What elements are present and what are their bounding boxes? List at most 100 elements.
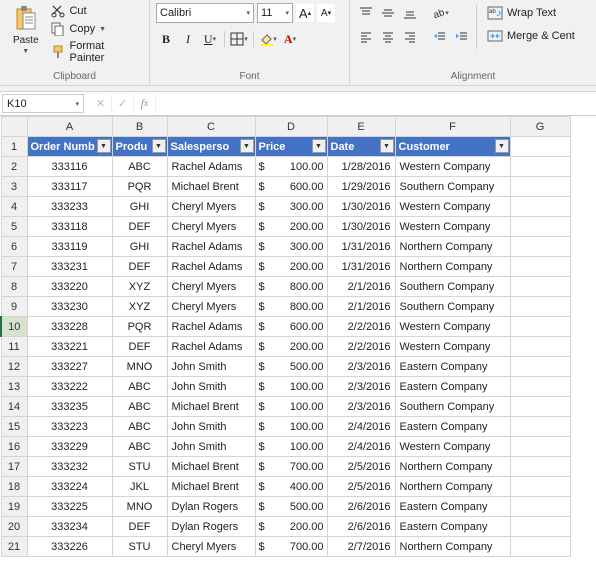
cell[interactable] — [510, 197, 570, 217]
filter-icon[interactable]: ▼ — [380, 139, 394, 153]
cell[interactable] — [510, 177, 570, 197]
cell[interactable]: $500.00 — [255, 357, 327, 377]
cut-button[interactable]: Cut — [49, 3, 143, 19]
cell[interactable]: 2/1/2016 — [327, 297, 395, 317]
cell[interactable]: 333229 — [27, 437, 112, 457]
cell[interactable]: ABC — [112, 157, 167, 177]
row-header[interactable]: 9 — [1, 297, 27, 317]
cell[interactable]: Eastern Company — [395, 517, 510, 537]
cell[interactable] — [510, 517, 570, 537]
row-header[interactable]: 8 — [1, 277, 27, 297]
cell[interactable]: Cheryl Myers — [167, 197, 255, 217]
cell[interactable]: ABC — [112, 437, 167, 457]
cell[interactable]: 333225 — [27, 497, 112, 517]
filter-icon[interactable]: ▼ — [312, 139, 326, 153]
cell[interactable]: DEF — [112, 337, 167, 357]
cell[interactable] — [510, 277, 570, 297]
cell[interactable]: 333234 — [27, 517, 112, 537]
cell[interactable]: DEF — [112, 217, 167, 237]
cell[interactable]: Rachel Adams — [167, 317, 255, 337]
cell[interactable]: Rachel Adams — [167, 337, 255, 357]
cell[interactable]: 333118 — [27, 217, 112, 237]
row-header[interactable]: 17 — [1, 457, 27, 477]
cell[interactable]: Eastern Company — [395, 357, 510, 377]
cell[interactable] — [510, 417, 570, 437]
font-size-combo[interactable]: 11 ▾ — [257, 3, 293, 23]
row-header[interactable]: 19 — [1, 497, 27, 517]
copy-button[interactable]: Copy ▼ — [49, 21, 143, 37]
cell[interactable]: 2/5/2016 — [327, 457, 395, 477]
row-header[interactable]: 11 — [1, 337, 27, 357]
cell[interactable]: 333231 — [27, 257, 112, 277]
cell[interactable]: JKL — [112, 477, 167, 497]
cell[interactable]: Southern Company — [395, 277, 510, 297]
increase-indent-button[interactable] — [452, 27, 472, 47]
row-header[interactable]: 12 — [1, 357, 27, 377]
cell[interactable]: Northern Company — [395, 237, 510, 257]
cell[interactable]: $600.00 — [255, 317, 327, 337]
cell[interactable]: 333221 — [27, 337, 112, 357]
cell[interactable]: PQR — [112, 317, 167, 337]
italic-button[interactable]: I — [178, 29, 198, 49]
cell[interactable]: Michael Brent — [167, 177, 255, 197]
cell[interactable]: Northern Company — [395, 457, 510, 477]
cell[interactable]: 1/30/2016 — [327, 217, 395, 237]
cell[interactable]: Dylan Rogers — [167, 497, 255, 517]
wrap-text-button[interactable]: ab Wrap Text — [487, 3, 575, 23]
cell[interactable]: 2/4/2016 — [327, 417, 395, 437]
cell[interactable]: 2/3/2016 — [327, 377, 395, 397]
column-header[interactable]: B — [112, 117, 167, 137]
cell[interactable]: 1/28/2016 — [327, 157, 395, 177]
font-name-combo[interactable]: Calibri ▾ — [156, 3, 254, 23]
cell[interactable]: DEF — [112, 257, 167, 277]
cell[interactable] — [510, 237, 570, 257]
cell[interactable]: 1/31/2016 — [327, 257, 395, 277]
row-header[interactable]: 5 — [1, 217, 27, 237]
cell[interactable]: 333117 — [27, 177, 112, 197]
cell[interactable]: John Smith — [167, 377, 255, 397]
cell[interactable]: 333222 — [27, 377, 112, 397]
cell[interactable]: Michael Brent — [167, 397, 255, 417]
cell[interactable]: MNO — [112, 357, 167, 377]
cell[interactable]: $200.00 — [255, 257, 327, 277]
cell[interactable] — [510, 477, 570, 497]
cell[interactable]: $800.00 — [255, 277, 327, 297]
cell[interactable]: 333228 — [27, 317, 112, 337]
cell[interactable]: John Smith — [167, 437, 255, 457]
filter-icon[interactable]: ▼ — [495, 139, 509, 153]
cell[interactable] — [510, 357, 570, 377]
cell[interactable]: MNO — [112, 497, 167, 517]
cell[interactable] — [510, 537, 570, 557]
row-header[interactable]: 15 — [1, 417, 27, 437]
cell[interactable]: $100.00 — [255, 377, 327, 397]
cell[interactable]: Eastern Company — [395, 497, 510, 517]
decrease-indent-button[interactable] — [430, 27, 450, 47]
cell[interactable]: 333119 — [27, 237, 112, 257]
cell[interactable]: 2/3/2016 — [327, 397, 395, 417]
increase-font-button[interactable]: A▴ — [296, 4, 314, 22]
cell[interactable] — [510, 317, 570, 337]
cell[interactable]: Cheryl Myers — [167, 297, 255, 317]
row-header[interactable]: 18 — [1, 477, 27, 497]
row-header[interactable]: 20 — [1, 517, 27, 537]
table-header-cell[interactable]: Price▼ — [255, 137, 327, 157]
cell[interactable]: Michael Brent — [167, 477, 255, 497]
cell[interactable]: Southern Company — [395, 177, 510, 197]
cell[interactable] — [510, 157, 570, 177]
cell[interactable]: $800.00 — [255, 297, 327, 317]
cell[interactable]: 1/31/2016 — [327, 237, 395, 257]
fx-button[interactable]: fx — [134, 95, 156, 113]
cell[interactable]: Michael Brent — [167, 457, 255, 477]
cell[interactable]: 1/30/2016 — [327, 197, 395, 217]
cell[interactable] — [510, 377, 570, 397]
column-header[interactable]: A — [27, 117, 112, 137]
cell[interactable]: Cheryl Myers — [167, 217, 255, 237]
cell[interactable]: STU — [112, 457, 167, 477]
cell[interactable]: Northern Company — [395, 257, 510, 277]
cell[interactable]: Cheryl Myers — [167, 537, 255, 557]
cell[interactable]: $700.00 — [255, 537, 327, 557]
cell[interactable]: STU — [112, 537, 167, 557]
cell[interactable]: $200.00 — [255, 217, 327, 237]
align-middle-button[interactable] — [378, 3, 398, 23]
cell[interactable]: 2/4/2016 — [327, 437, 395, 457]
